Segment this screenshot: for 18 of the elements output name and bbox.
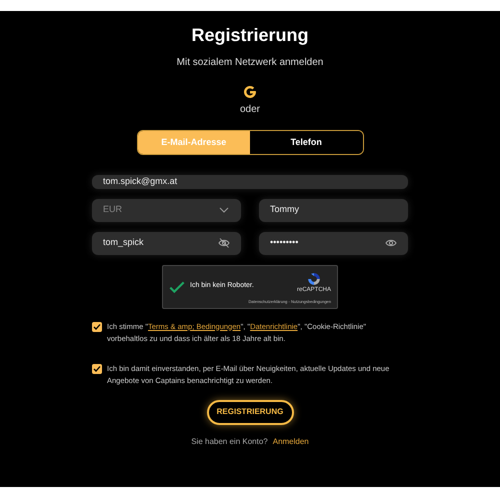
- eye-icon[interactable]: [385, 237, 397, 249]
- login-prompt: Sie haben ein Konto?: [191, 436, 268, 448]
- recaptcha-logo-icon[interactable]: [306, 272, 321, 286]
- currency-dropdown[interactable]: EUR: [92, 198, 241, 222]
- login-link[interactable]: Anmelden: [272, 436, 309, 448]
- social-login-label: Mit sozialem Netzwerk anmelden: [176, 56, 324, 70]
- register-button[interactable]: REGISTRIERUNG: [206, 400, 294, 424]
- checkmark-icon[interactable]: [169, 278, 185, 294]
- page-title: Registrierung: [191, 24, 309, 46]
- google-icon[interactable]: [243, 85, 257, 99]
- name-field[interactable]: Tommy: [259, 198, 408, 222]
- password-field[interactable]: •••••••••: [259, 232, 408, 254]
- username-field[interactable]: tom_spick: [92, 232, 241, 254]
- checkbox[interactable]: [92, 364, 102, 374]
- email-field[interactable]: tom.spick@gmx.at: [92, 175, 408, 188]
- eye-slash-icon[interactable]: [218, 237, 230, 249]
- checkbox[interactable]: [92, 322, 102, 332]
- divider-text: oder: [240, 103, 260, 117]
